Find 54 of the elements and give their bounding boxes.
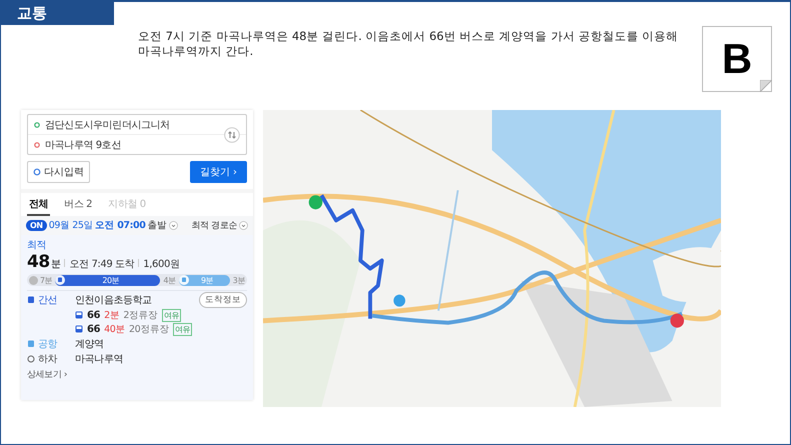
alight-label: 하차 [38,352,58,366]
bus-number: 66 [87,310,100,320]
train-icon [27,340,35,348]
details-link[interactable]: 상세보기 › [27,368,247,381]
option-letter: B [722,35,752,83]
bus-number: 66 [87,324,100,334]
page-fold-icon [760,80,772,92]
stop-name: 인천이음초등학교 [75,294,152,307]
wait-time: 40분 [104,322,126,336]
departure-time[interactable]: 오전 07:00 [95,219,146,232]
route-tag: 최적 [27,238,247,252]
dropdown-icon[interactable] [168,221,178,230]
wait-time: 2분 [104,308,120,322]
stop-name: 계양역 [75,338,104,350]
route-result-card[interactable]: 최적 48분 오전 7:49 도착 1,600원 7분 20분 4분 9분 3분 간선 인천이음초등학교 도착정보 66 2분 2정류장 여유 66 40분 20정류장 여유 공항 계양역 하차 마곡나루역 상세보기 › [21,235,253,400]
stop-name: 마곡나루역 [75,352,124,366]
bus-icon [75,311,83,319]
segment-time: 20분 [101,274,120,286]
transit-type: 간선 [38,294,58,307]
walk-time: 3분 [232,274,245,286]
tab[interactable]: 버스 2 [62,193,94,216]
circle-icon [27,354,35,362]
origin-field[interactable]: 검단신도시우미린더시그니처 [45,118,170,132]
destination-field[interactable]: 마곡나루역 9호선 [45,138,121,152]
stops-count: 20정류장 [129,322,170,336]
refresh-icon [33,168,41,176]
fare: 1,600원 [143,258,180,271]
toggle-switch[interactable]: ON [26,220,47,231]
sort-option[interactable]: 최적 경로순 [192,219,237,232]
search-button[interactable]: 길찾기 › [190,161,247,183]
bus-icon [55,275,66,285]
departure-date[interactable]: 09월 25일 [48,219,94,232]
origin-dot-icon [34,122,40,128]
bus-icon [27,296,35,304]
dropdown-icon[interactable] [239,221,248,230]
seat-status: 여유 [162,308,182,322]
train-icon [178,275,189,285]
stops-count: 2정류장 [123,308,158,322]
swap-icon[interactable] [224,127,240,143]
duration-unit: 분 [50,258,60,271]
departure-label: 출발 [147,219,167,232]
description-text: 오전 7시 기준 마곡나루역은 48분 걸린다. 이음초에서 66번 버스로 계양역을 가서 공항철도를 이용해 [138,29,678,44]
arrival-info-button[interactable]: 도착정보 [199,292,247,308]
destination-dot-icon [34,142,40,148]
seat-status: 여유 [173,322,192,336]
description-text: 마곡나루역까지 간다. [138,44,254,59]
transit-type: 공항 [38,338,58,350]
bus-icon [75,325,83,333]
walk-time: 7분 [40,274,52,286]
reset-button[interactable]: 다시입력 [27,161,90,183]
duration-number: 48 [27,252,50,272]
arrival-time: 오전 7:49 도착 [69,258,134,271]
segment-time: 9분 [200,274,214,286]
walk-time: 4분 [163,274,176,286]
